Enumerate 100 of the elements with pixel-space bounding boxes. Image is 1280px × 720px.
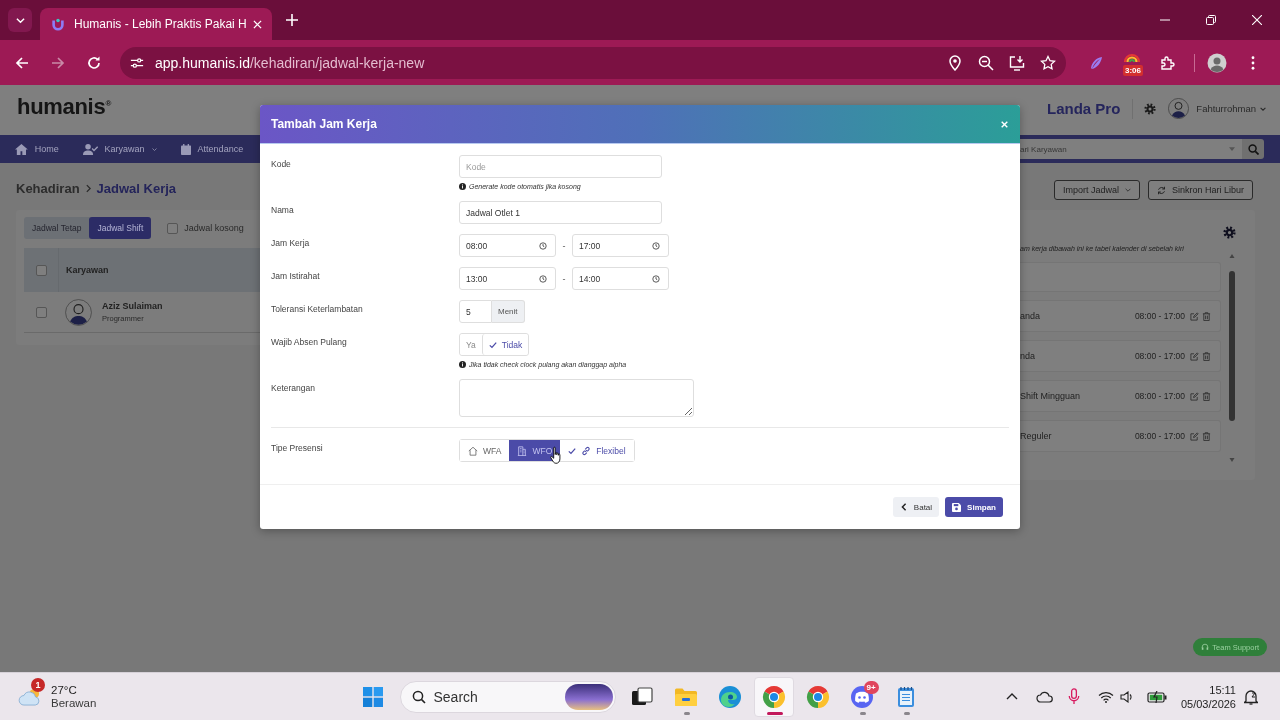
save-button[interactable]: Simpan xyxy=(945,497,1003,517)
site-favicon-icon xyxy=(51,17,65,31)
rainbow-extension-icon[interactable] xyxy=(1123,52,1141,62)
building-icon xyxy=(517,445,528,456)
view-tab[interactable]: Jadwal Shift xyxy=(89,217,152,239)
import-dropdown-button[interactable]: Import Jadwal xyxy=(1053,180,1140,200)
time-input[interactable]: 14:00 xyxy=(572,267,669,290)
close-tab-icon[interactable] xyxy=(253,19,262,29)
select-all-checkbox[interactable] xyxy=(35,264,47,276)
humanis-logo[interactable]: humanis$^{®}$ xyxy=(17,94,111,120)
trash-icon[interactable] xyxy=(1202,311,1211,321)
wifi-icon[interactable] xyxy=(1097,690,1114,703)
start-icon[interactable] xyxy=(362,686,383,707)
cancel-button[interactable]: Batal xyxy=(892,497,940,517)
location-pin-icon[interactable] xyxy=(947,54,963,71)
schedule-name: anda xyxy=(1020,311,1041,321)
edit-icon[interactable] xyxy=(1190,351,1199,361)
user-menu-button[interactable]: Fahturrohman xyxy=(1196,103,1266,114)
presence-type-option[interactable]: WFO xyxy=(509,440,561,461)
reload-icon[interactable] xyxy=(86,54,102,71)
caret-down-icon xyxy=(1229,147,1235,151)
close-icon[interactable] xyxy=(1001,120,1008,128)
site-settings-icon[interactable] xyxy=(130,55,144,70)
chevron-up-icon[interactable] xyxy=(1005,693,1018,700)
schedule-name: nda xyxy=(1020,351,1036,361)
checkbox[interactable] xyxy=(167,222,179,234)
check-icon xyxy=(488,340,497,349)
restore-icon[interactable] xyxy=(1206,15,1216,25)
edit-icon[interactable] xyxy=(1190,311,1199,321)
pointer-cursor-icon xyxy=(550,446,563,465)
field-label: Keterangan xyxy=(271,382,316,395)
schedule-item[interactable]: Reguler 08:00 - 17:00 xyxy=(1020,420,1221,452)
nav-item[interactable]: Karyawan xyxy=(82,143,157,155)
battery-charging-icon[interactable] xyxy=(1146,690,1167,703)
schedule-item[interactable]: anda 08:00 - 17:00 xyxy=(1020,300,1221,332)
checkbox-label[interactable]: Jadwal kosong xyxy=(184,223,244,233)
puzzle-icon[interactable] xyxy=(1160,54,1176,71)
clock-time[interactable]: 15:11 xyxy=(1209,683,1236,696)
calendar-icon xyxy=(180,143,191,155)
address-bar[interactable]: app.humanis.id/kehadiran/jadwal-kerja-new xyxy=(120,46,1066,79)
scrollbar-drawing[interactable] xyxy=(1228,254,1236,462)
bookmark-star-icon[interactable] xyxy=(1040,54,1056,71)
user-avatar-icon[interactable] xyxy=(1168,98,1190,119)
install-app-icon[interactable] xyxy=(1009,54,1025,71)
settings-icon[interactable] xyxy=(1144,102,1157,115)
field-label: Toleransi Keterlambatan xyxy=(271,303,364,316)
menu-icon[interactable] xyxy=(1251,55,1255,70)
row-checkbox[interactable] xyxy=(36,306,47,318)
schedule-item[interactable]: Shift Mingguan 08:00 - 17:00 xyxy=(1020,380,1221,412)
company-name: Landa Pro xyxy=(1046,100,1121,117)
edit-icon[interactable] xyxy=(1190,431,1199,441)
sync-button[interactable]: Sinkron Hari Libur xyxy=(1147,180,1253,200)
trash-icon[interactable] xyxy=(1202,391,1211,401)
edit-icon[interactable] xyxy=(1190,391,1199,401)
speaker-icon[interactable] xyxy=(1119,690,1134,703)
trash-icon[interactable] xyxy=(1202,431,1211,441)
time-input[interactable]: 13:00 xyxy=(459,267,556,290)
search-button[interactable] xyxy=(1242,139,1264,159)
clock-date[interactable]: 05/03/2026 xyxy=(1180,697,1236,710)
time-input[interactable]: 08:00 xyxy=(459,234,556,257)
new-tab-icon[interactable] xyxy=(286,14,298,26)
feather-icon[interactable] xyxy=(1088,54,1104,71)
browser-icon xyxy=(805,684,830,709)
cloud-icon[interactable] xyxy=(1035,690,1054,703)
tab-search-button[interactable] xyxy=(8,8,32,32)
field-label: Tipe Presensi xyxy=(271,442,324,455)
settings-icon[interactable] xyxy=(1223,226,1236,239)
time-input[interactable]: 17:00 xyxy=(572,234,669,257)
trash-icon[interactable] xyxy=(1202,351,1211,361)
notification-bell-icon[interactable] xyxy=(1244,688,1258,705)
range-separator: - xyxy=(561,273,567,284)
toggle-option[interactable]: Tidak xyxy=(481,334,529,355)
number-input[interactable]: 5 xyxy=(459,300,492,323)
dialog-title: Tambah Jam Kerja xyxy=(271,117,377,131)
temperature-text[interactable]: 27°C xyxy=(51,684,97,696)
nav-item[interactable]: Attendance xyxy=(180,143,244,155)
microphone-icon[interactable] xyxy=(1067,688,1080,705)
field-label: Wajib Absen Pulang xyxy=(271,336,348,349)
browser-button[interactable] xyxy=(753,676,794,717)
zoom-out-icon[interactable] xyxy=(978,54,994,71)
nav-item[interactable]: Home xyxy=(15,143,59,155)
browser-icon xyxy=(761,684,786,709)
chat-app-button[interactable]: 9+ xyxy=(841,676,882,717)
close-window-icon[interactable] xyxy=(1252,15,1262,25)
weather-condition-text[interactable]: Berawan xyxy=(51,697,97,709)
text-input[interactable]: Kode xyxy=(459,155,662,178)
chevron-down-icon xyxy=(1260,106,1266,111)
back-arrow-icon[interactable] xyxy=(14,54,30,71)
browser-tab[interactable]: Humanis - Lebih Praktis Pakai H xyxy=(40,8,272,40)
schedule-time: 08:00 - 17:00 xyxy=(1134,351,1185,361)
notification-badge: 1 xyxy=(31,678,45,692)
field-label: Kode xyxy=(271,158,292,171)
text-input[interactable]: Jadwal Otlet 1 xyxy=(459,201,662,224)
taskbar-search-bar[interactable]: Search xyxy=(399,680,616,713)
extension-badge: 3:06 xyxy=(1123,64,1143,76)
field-label: Jam Istirahat xyxy=(271,270,321,283)
search-input[interactable]: Search xyxy=(433,687,557,706)
profile-avatar-icon[interactable] xyxy=(1207,52,1227,73)
url-text[interactable]: app.humanis.id/kehadiran/jadwal-kerja-new xyxy=(155,54,425,71)
schedule-item[interactable]: nda 08:00 - 17:00 xyxy=(1020,340,1221,372)
